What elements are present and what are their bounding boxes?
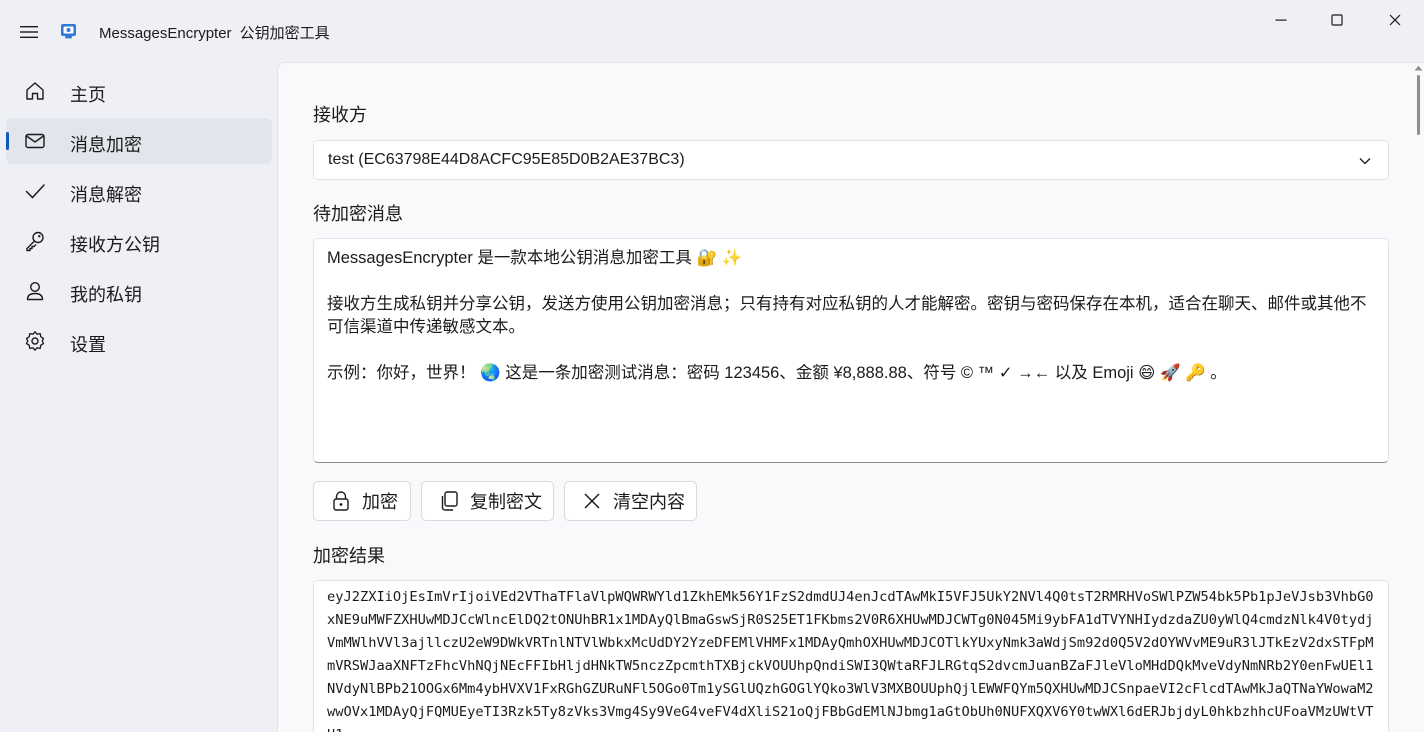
- title-bar: MessagesEncrypter 公钥加密工具: [0, 0, 1424, 62]
- sidebar-item-my-private-key[interactable]: 我的私钥: [6, 268, 272, 314]
- maximize-icon: [1331, 14, 1343, 26]
- close-icon: [1389, 14, 1401, 26]
- sidebar-item-label: 我的私钥: [70, 285, 142, 305]
- message-label: 待加密消息: [313, 204, 403, 224]
- person-icon: [24, 280, 46, 302]
- hamburger-menu-button[interactable]: [14, 17, 44, 47]
- sidebar-item-encrypt[interactable]: 消息加密: [6, 118, 272, 164]
- maximize-button[interactable]: [1308, 0, 1366, 40]
- message-line: 接收方生成私钥并分享公钥，发送方使用公钥加密消息；只有持有对应私钥的人才能解密。…: [327, 295, 1367, 336]
- scroll-up-arrow-icon[interactable]: [1414, 65, 1423, 71]
- sidebar: 主页 消息加密 消息解密 接收方公钥 我的私钥 设置: [0, 68, 278, 368]
- close-icon: [581, 490, 603, 512]
- sidebar-item-label: 设置: [70, 335, 106, 355]
- copy-button-label: 复制密文: [470, 492, 542, 512]
- vertical-scrollbar-thumb[interactable]: [1417, 75, 1420, 135]
- gear-icon: [24, 330, 46, 352]
- chevron-down-icon: [1359, 158, 1371, 165]
- main-content: 接收方 test (EC63798E44D8ACFC95E85D0B2AE37B…: [277, 62, 1424, 732]
- key-icon: [24, 230, 46, 252]
- recipient-selected-value: test (EC63798E44D8ACFC95E85D0B2AE37BC3): [328, 151, 685, 168]
- message-line: 示例：你好，世界！ 🌏 这是一条加密测试消息：密码 123456、金额 ¥8,8…: [327, 364, 1227, 382]
- sidebar-item-decrypt[interactable]: 消息解密: [6, 168, 272, 214]
- checkmark-icon: [24, 180, 46, 202]
- sidebar-item-settings[interactable]: 设置: [6, 318, 272, 364]
- message-input[interactable]: MessagesEncrypter 是一款本地公钥消息加密工具 🔐 ✨ 接收方生…: [313, 238, 1389, 463]
- ciphertext-output[interactable]: eyJ2ZXIiOjEsImVrIjoiVEd2VThaTFlaVlpWQWRW…: [313, 580, 1389, 732]
- sidebar-item-home[interactable]: 主页: [6, 68, 272, 114]
- encrypt-button[interactable]: 加密: [313, 481, 411, 521]
- home-icon: [24, 80, 46, 102]
- sidebar-item-label: 消息解密: [70, 185, 142, 205]
- copy-ciphertext-button[interactable]: 复制密文: [421, 481, 554, 521]
- clear-content-button[interactable]: 清空内容: [564, 481, 697, 521]
- recipient-label: 接收方: [313, 105, 367, 125]
- hamburger-icon: [20, 26, 38, 38]
- lock-icon: [330, 490, 352, 512]
- clear-button-label: 清空内容: [613, 492, 685, 512]
- message-line: MessagesEncrypter 是一款本地公钥消息加密工具 🔐 ✨: [327, 249, 743, 267]
- encrypt-button-label: 加密: [362, 492, 398, 512]
- result-label: 加密结果: [313, 546, 385, 566]
- minimize-icon: [1275, 19, 1287, 21]
- mail-icon: [24, 130, 46, 152]
- app-subtitle: 公钥加密工具: [239, 25, 330, 42]
- app-name: MessagesEncrypter: [99, 25, 232, 42]
- close-button[interactable]: [1366, 0, 1424, 40]
- app-title: MessagesEncrypter 公钥加密工具: [99, 22, 330, 43]
- sidebar-item-recipient-keys[interactable]: 接收方公钥: [6, 218, 272, 264]
- sidebar-item-label: 主页: [70, 85, 106, 105]
- sidebar-item-label: 接收方公钥: [70, 235, 160, 255]
- copy-icon: [438, 490, 460, 512]
- sidebar-item-label: 消息加密: [70, 135, 142, 155]
- minimize-button[interactable]: [1252, 0, 1310, 40]
- recipient-combobox[interactable]: test (EC63798E44D8ACFC95E85D0B2AE37BC3): [313, 140, 1389, 180]
- app-logo-icon: [61, 24, 76, 39]
